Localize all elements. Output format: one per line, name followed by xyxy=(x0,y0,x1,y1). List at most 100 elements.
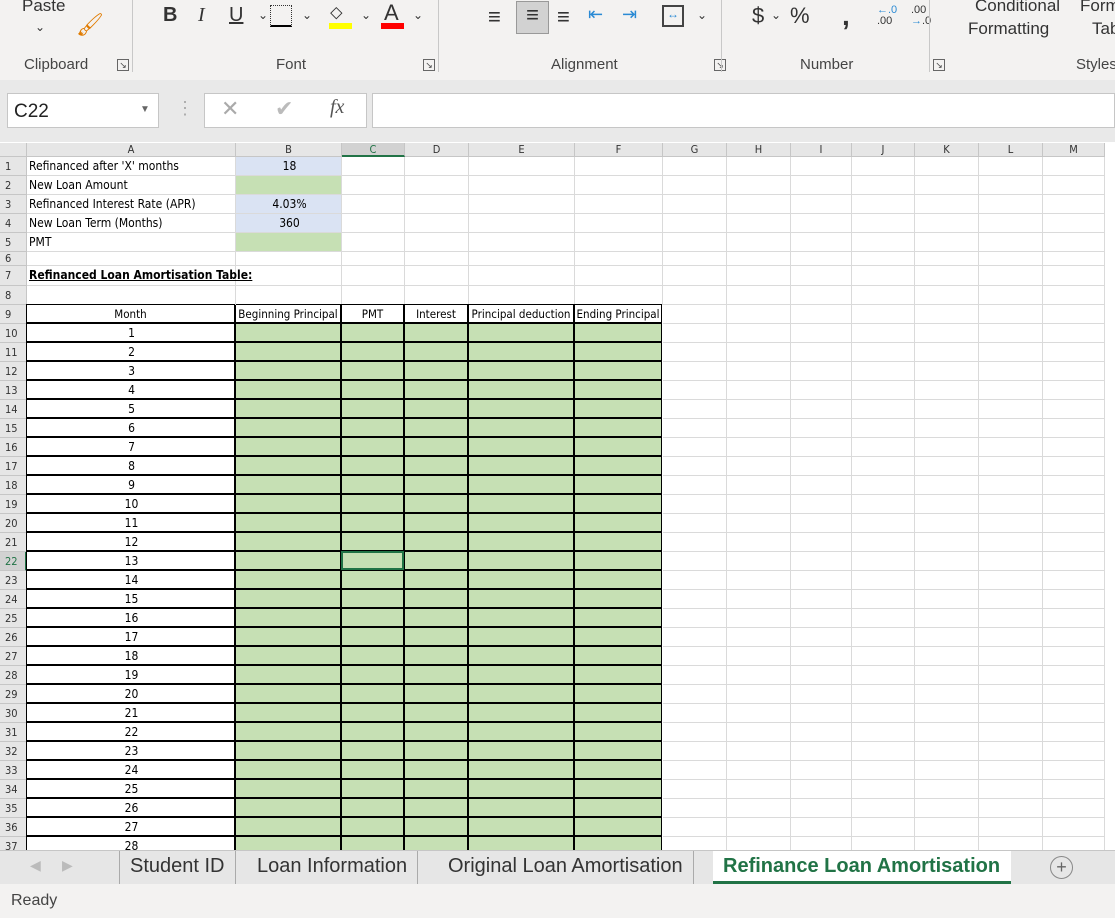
cell-M16[interactable] xyxy=(1043,438,1105,457)
cell-C3[interactable] xyxy=(342,195,405,214)
cell-J22[interactable] xyxy=(852,552,915,571)
cell-L17[interactable] xyxy=(979,457,1043,476)
cell-D7[interactable] xyxy=(405,266,469,286)
cell-I9[interactable] xyxy=(791,305,852,324)
cell-J24[interactable] xyxy=(852,590,915,609)
cell-C37[interactable] xyxy=(341,836,404,850)
row-header-26[interactable]: 26 xyxy=(0,628,27,647)
cell-B18[interactable] xyxy=(235,475,341,494)
cell-K20[interactable] xyxy=(915,514,979,533)
borders-icon[interactable] xyxy=(270,5,292,27)
cell-F13[interactable] xyxy=(574,380,662,399)
cell-L13[interactable] xyxy=(979,381,1043,400)
cell-J9[interactable] xyxy=(852,305,915,324)
cell-E5[interactable] xyxy=(469,233,575,252)
cell-I3[interactable] xyxy=(791,195,852,214)
cell-L19[interactable] xyxy=(979,495,1043,514)
cell-E23[interactable] xyxy=(468,570,574,589)
cell-M29[interactable] xyxy=(1043,685,1105,704)
cell-K14[interactable] xyxy=(915,400,979,419)
cell-K6[interactable] xyxy=(915,252,979,266)
cell-G2[interactable] xyxy=(663,176,727,195)
cell-F32[interactable] xyxy=(574,741,662,760)
cell-C29[interactable] xyxy=(341,684,404,703)
fill-dropdown-icon[interactable]: ⌄ xyxy=(361,8,371,22)
cell-C15[interactable] xyxy=(341,418,404,437)
cell-M15[interactable] xyxy=(1043,419,1105,438)
cell-F1[interactable] xyxy=(575,157,663,176)
cell-M14[interactable] xyxy=(1043,400,1105,419)
cell-I30[interactable] xyxy=(791,704,852,723)
cell-H11[interactable] xyxy=(727,343,791,362)
cell-D19[interactable] xyxy=(404,494,468,513)
cell-H2[interactable] xyxy=(727,176,791,195)
cell-E18[interactable] xyxy=(468,475,574,494)
cell-H32[interactable] xyxy=(727,742,791,761)
row-header-29[interactable]: 29 xyxy=(0,685,27,704)
row-header-1[interactable]: 1 xyxy=(0,157,27,176)
cell-M23[interactable] xyxy=(1043,571,1105,590)
cell-H20[interactable] xyxy=(727,514,791,533)
cell-A25[interactable]: 16 xyxy=(26,608,235,627)
row-header-14[interactable]: 14 xyxy=(0,400,27,419)
cell-B11[interactable] xyxy=(235,342,341,361)
paste-button[interactable]: Paste xyxy=(22,0,65,16)
cell-G10[interactable] xyxy=(663,324,727,343)
cell-H27[interactable] xyxy=(727,647,791,666)
tab-refinance-loan-amortisation[interactable]: Refinance Loan Amortisation xyxy=(713,851,1011,884)
cell-B16[interactable] xyxy=(235,437,341,456)
cell-M20[interactable] xyxy=(1043,514,1105,533)
cell-L20[interactable] xyxy=(979,514,1043,533)
cell-D29[interactable] xyxy=(404,684,468,703)
align-center-icon[interactable]: ≡ xyxy=(516,1,549,34)
cell-K1[interactable] xyxy=(915,157,979,176)
cell-J15[interactable] xyxy=(852,419,915,438)
cell-F35[interactable] xyxy=(574,798,662,817)
cell-A21[interactable]: 12 xyxy=(26,532,235,551)
row-header-5[interactable]: 5 xyxy=(0,233,27,252)
cell-C31[interactable] xyxy=(341,722,404,741)
cell-H4[interactable] xyxy=(727,214,791,233)
cell-K23[interactable] xyxy=(915,571,979,590)
cell-A37[interactable]: 28 xyxy=(26,836,235,850)
cell-M17[interactable] xyxy=(1043,457,1105,476)
cell-D37[interactable] xyxy=(404,836,468,850)
row-header-19[interactable]: 19 xyxy=(0,495,27,514)
decrease-indent-icon[interactable]: ⇤ xyxy=(588,4,603,25)
cell-I26[interactable] xyxy=(791,628,852,647)
cell-A7[interactable]: Refinanced Loan Amortisation Table: xyxy=(27,266,252,286)
cell-C24[interactable] xyxy=(341,589,404,608)
cell-F36[interactable] xyxy=(574,817,662,836)
cell-I5[interactable] xyxy=(791,233,852,252)
currency-button[interactable]: $ xyxy=(752,3,764,29)
cell-H24[interactable] xyxy=(727,590,791,609)
column-header-A[interactable]: A xyxy=(27,143,236,157)
row-header-8[interactable]: 8 xyxy=(0,286,27,305)
cell-G13[interactable] xyxy=(663,381,727,400)
cell-B32[interactable] xyxy=(235,741,341,760)
cell-I16[interactable] xyxy=(791,438,852,457)
cell-J13[interactable] xyxy=(852,381,915,400)
cell-B14[interactable] xyxy=(235,399,341,418)
cell-C25[interactable] xyxy=(341,608,404,627)
cell-J14[interactable] xyxy=(852,400,915,419)
cell-H7[interactable] xyxy=(727,266,791,286)
formula-bar-grip-icon[interactable]: ⋮ xyxy=(176,98,194,119)
cell-K36[interactable] xyxy=(915,818,979,837)
cell-A27[interactable]: 18 xyxy=(26,646,235,665)
cell-J20[interactable] xyxy=(852,514,915,533)
cell-L1[interactable] xyxy=(979,157,1043,176)
cell-G5[interactable] xyxy=(663,233,727,252)
cell-B1[interactable]: 18 xyxy=(236,157,342,176)
cell-H17[interactable] xyxy=(727,457,791,476)
cell-F26[interactable] xyxy=(574,627,662,646)
cell-E26[interactable] xyxy=(468,627,574,646)
cell-J5[interactable] xyxy=(852,233,915,252)
cell-L37[interactable] xyxy=(979,837,1043,850)
cell-G32[interactable] xyxy=(663,742,727,761)
cell-C17[interactable] xyxy=(341,456,404,475)
cell-A17[interactable]: 8 xyxy=(26,456,235,475)
cell-D34[interactable] xyxy=(404,779,468,798)
cell-I1[interactable] xyxy=(791,157,852,176)
cell-B3[interactable]: 4.03% xyxy=(236,195,342,214)
